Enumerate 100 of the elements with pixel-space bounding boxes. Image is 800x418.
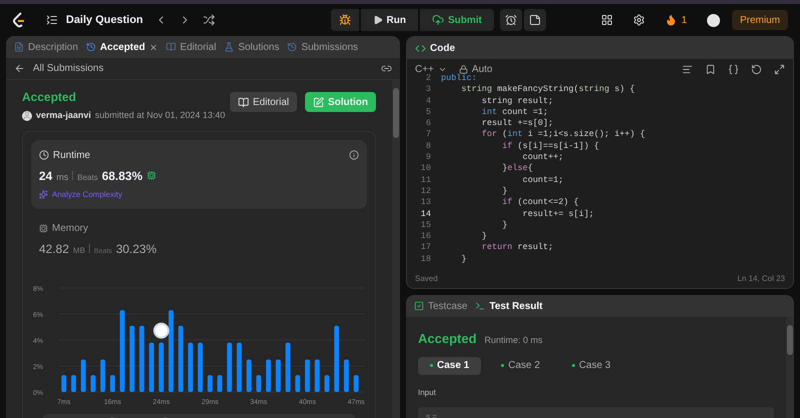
scrollbar[interactable] bbox=[392, 80, 400, 418]
code-line: count++; bbox=[522, 152, 564, 164]
line-number: 9 bbox=[424, 152, 432, 164]
flame-icon[interactable] bbox=[665, 14, 678, 26]
panel-tab[interactable]: Testcase bbox=[414, 298, 468, 314]
code-line: result+= s[i]; bbox=[522, 208, 594, 220]
avatar-marker bbox=[153, 322, 170, 338]
panel-tab[interactable]: Submissions bbox=[287, 40, 358, 54]
panel-tab[interactable]: Solutions bbox=[224, 40, 280, 54]
chart-bar bbox=[236, 342, 242, 392]
expand-icon[interactable] bbox=[774, 64, 785, 74]
result-runtime: Runtime: 0 ms bbox=[484, 334, 543, 347]
chart-bar bbox=[227, 342, 232, 392]
avatar[interactable] bbox=[706, 14, 720, 26]
logo-icon[interactable] bbox=[12, 12, 26, 28]
panel-tab[interactable]: Description bbox=[14, 40, 78, 54]
panel-tab[interactable]: Accepted bbox=[86, 40, 158, 54]
problem-list-title[interactable]: Daily Question bbox=[66, 12, 144, 28]
case-tab[interactable]: Case 3 bbox=[560, 356, 623, 374]
format-icon[interactable] bbox=[682, 64, 693, 74]
result-status: Accepted bbox=[418, 330, 477, 348]
line-number: 7 bbox=[424, 129, 432, 141]
bug-icon bbox=[338, 14, 351, 26]
chart-bar bbox=[100, 359, 106, 392]
lock-icon bbox=[458, 64, 468, 74]
streak-count[interactable]: 1 bbox=[681, 12, 687, 28]
chart-bar bbox=[324, 374, 330, 392]
line-number: 3 bbox=[424, 84, 432, 96]
list-icon[interactable] bbox=[46, 14, 58, 26]
chart-bar bbox=[110, 374, 116, 392]
chart-bar bbox=[217, 374, 222, 392]
debug-button[interactable] bbox=[330, 9, 359, 31]
username[interactable]: verma-jaanvi bbox=[36, 109, 92, 122]
tab-icon bbox=[414, 301, 424, 311]
layout-icon[interactable] bbox=[601, 14, 614, 26]
info-icon[interactable] bbox=[349, 150, 359, 160]
code-line: } bbox=[480, 231, 487, 242]
case-tab[interactable]: Case 2 bbox=[489, 356, 552, 374]
line-number: 6 bbox=[424, 118, 432, 130]
back-arrow-icon[interactable] bbox=[14, 63, 25, 74]
tab-icon bbox=[166, 42, 176, 52]
settings-icon[interactable] bbox=[633, 14, 646, 26]
chart-bar bbox=[286, 342, 290, 392]
chart-bar bbox=[130, 325, 134, 392]
code-line: result +=s[0]; bbox=[480, 118, 554, 130]
chart-bar bbox=[139, 325, 144, 392]
line-number: 16 bbox=[420, 231, 432, 242]
close-icon[interactable] bbox=[149, 42, 158, 52]
tab-icon bbox=[224, 42, 234, 52]
bookmark-icon[interactable] bbox=[705, 64, 716, 74]
run-button[interactable]: Run bbox=[360, 9, 418, 31]
premium-button[interactable]: Premium bbox=[732, 10, 788, 30]
cursor-position: Ln 14, Col 23 bbox=[737, 273, 785, 285]
chart-bar bbox=[188, 342, 193, 392]
code-line: count=1; bbox=[522, 174, 564, 186]
submitted-time: submitted at Nov 01, 2024 13:40 bbox=[95, 109, 226, 122]
chart-bar bbox=[158, 342, 164, 392]
runtime-beats: 68.83% bbox=[102, 168, 143, 184]
code-line: } bbox=[501, 220, 508, 232]
panel-tab[interactable]: Editorial bbox=[166, 40, 216, 54]
line-number: 12 bbox=[420, 186, 432, 198]
notes-button[interactable] bbox=[524, 9, 546, 31]
code-line: return result; bbox=[480, 242, 554, 254]
code-icon bbox=[415, 42, 426, 54]
submit-button[interactable]: Submit bbox=[420, 9, 494, 31]
chart-bar bbox=[61, 374, 66, 392]
chart-bar bbox=[198, 342, 203, 392]
line-number: 18 bbox=[420, 254, 432, 266]
braces-icon[interactable] bbox=[728, 64, 739, 74]
case-tab[interactable]: Case 1 bbox=[418, 356, 482, 374]
line-number: 14 bbox=[420, 208, 432, 220]
book-icon bbox=[238, 96, 249, 108]
note-icon bbox=[528, 14, 541, 26]
code-line: } bbox=[460, 254, 467, 266]
runtime-unit: ms bbox=[56, 170, 68, 184]
all-submissions-link[interactable]: All Submissions bbox=[33, 61, 104, 76]
code-line: string makeFancyString(string s) { bbox=[460, 84, 635, 96]
line-number: 11 bbox=[420, 174, 432, 186]
sparkle-icon bbox=[39, 190, 48, 199]
tab-icon bbox=[86, 42, 96, 52]
link-icon[interactable] bbox=[381, 63, 392, 74]
code-line: }else{ bbox=[501, 163, 533, 175]
cloud-upload-icon bbox=[432, 14, 444, 26]
save-status: Saved bbox=[415, 273, 438, 285]
timer-button[interactable] bbox=[500, 9, 522, 31]
chart-bar bbox=[276, 359, 281, 392]
memory-title: Memory bbox=[52, 222, 88, 236]
clock-icon bbox=[39, 150, 49, 160]
chart-bar bbox=[90, 374, 96, 392]
shuffle-icon[interactable] bbox=[203, 14, 216, 26]
code-line: string result; bbox=[480, 96, 554, 107]
line-number: 5 bbox=[424, 106, 432, 118]
scrollbar[interactable] bbox=[786, 317, 794, 418]
editorial-button[interactable]: Editorial bbox=[230, 92, 297, 112]
chart-bar bbox=[295, 374, 300, 392]
runtime-title: Runtime bbox=[53, 148, 90, 162]
reset-icon[interactable] bbox=[751, 64, 762, 74]
panel-title: Code bbox=[430, 42, 455, 56]
chart-bar bbox=[178, 325, 184, 392]
panel-tab[interactable]: Test Result bbox=[475, 298, 543, 314]
